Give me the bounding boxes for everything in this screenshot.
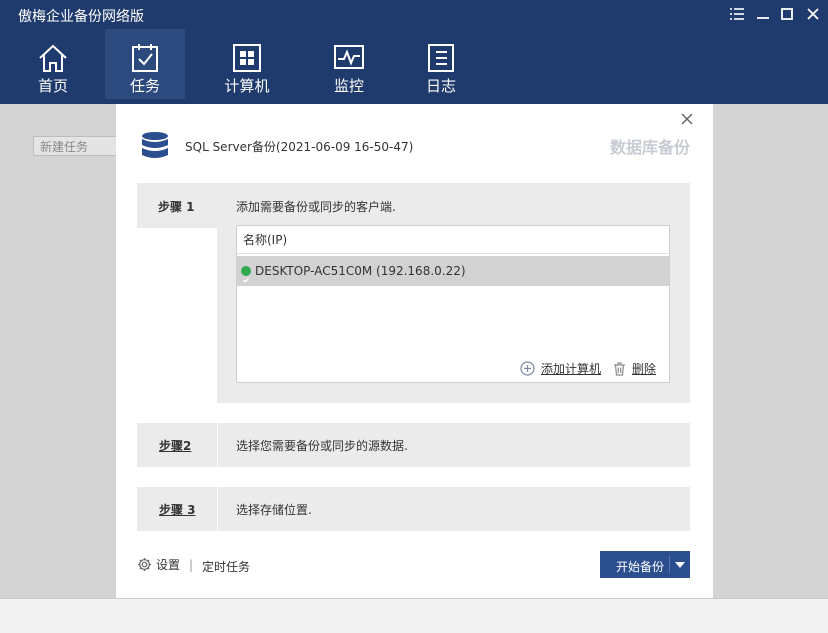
- log-icon: [428, 44, 454, 72]
- nav-computer[interactable]: 计算机: [207, 29, 287, 99]
- schedule-button[interactable]: 定时任务: [202, 558, 250, 575]
- settings-label: 设置: [156, 558, 181, 572]
- button-divider: [669, 556, 670, 573]
- step3-row[interactable]: 步骤 3 选择存储位置.: [137, 487, 690, 531]
- dialog-close-icon[interactable]: [678, 110, 696, 128]
- start-backup-label: 开始备份: [616, 560, 665, 574]
- trash-icon: [614, 361, 625, 376]
- step2-tab[interactable]: 步骤2: [137, 423, 218, 467]
- add-computer-label: 添加计算机: [541, 362, 602, 376]
- step2-label: 步骤2: [159, 439, 192, 453]
- nav-home[interactable]: 首页: [13, 29, 93, 99]
- delete-button[interactable]: 删除: [613, 360, 656, 377]
- nav-log[interactable]: 日志: [401, 29, 481, 99]
- database-icon: [142, 132, 168, 158]
- nav-task[interactable]: 任务: [105, 29, 185, 99]
- step2-row[interactable]: 步骤2 选择您需要备份或同步的源数据.: [137, 423, 690, 467]
- monitor-icon: [334, 45, 364, 69]
- minimize-icon[interactable]: [752, 4, 774, 24]
- close-icon[interactable]: [802, 4, 824, 24]
- step1-description: 添加需要备份或同步的客户端.: [236, 200, 396, 214]
- nav-task-label: 任务: [129, 77, 160, 95]
- maximize-icon[interactable]: [776, 4, 798, 24]
- task-icon: [132, 44, 158, 72]
- client-list-header: 名称(IP): [237, 226, 669, 254]
- dropdown-caret-icon[interactable]: [675, 562, 685, 568]
- nav-home-label: 首页: [37, 77, 68, 95]
- top-bar: 傲梅企业备份网络版 首页 任务 计算机 监控 日志: [0, 0, 828, 104]
- client-row[interactable]: DESKTOP-AC51C0M (192.168.0.22): [237, 256, 669, 286]
- footer-separator: |: [189, 558, 194, 572]
- nav-log-label: 日志: [425, 77, 456, 95]
- settings-button[interactable]: 设置: [137, 556, 180, 573]
- computer-icon: [233, 44, 261, 72]
- background-footer: [0, 598, 828, 633]
- nav-monitor-label: 监控: [333, 77, 364, 95]
- step3-description: 选择存储位置.: [236, 503, 312, 517]
- nav-monitor[interactable]: 监控: [309, 29, 389, 99]
- nav-computer-label: 计算机: [224, 77, 270, 95]
- start-backup-button[interactable]: 开始备份: [600, 551, 690, 578]
- home-icon: [39, 44, 67, 72]
- new-task-button[interactable]: 新建任务: [33, 136, 117, 156]
- backup-dialog: SQL Server备份(2021-06-09 16-50-47) 数据库备份 …: [116, 104, 713, 598]
- add-computer-button[interactable]: 添加计算机: [520, 360, 601, 377]
- task-name: SQL Server备份(2021-06-09 16-50-47): [185, 140, 414, 154]
- step3-tab[interactable]: 步骤 3: [137, 487, 218, 531]
- app-title: 傲梅企业备份网络版: [18, 9, 144, 25]
- step2-description: 选择您需要备份或同步的源数据.: [236, 439, 408, 453]
- online-status-icon: [241, 266, 251, 283]
- menu-icon[interactable]: [726, 4, 748, 24]
- gear-icon: [138, 558, 151, 571]
- step1-label: 步骤 1: [158, 200, 195, 214]
- delete-label: 删除: [632, 362, 657, 376]
- step3-label: 步骤 3: [159, 503, 196, 517]
- client-name: DESKTOP-AC51C0M (192.168.0.22): [255, 264, 466, 278]
- step1-spacer: [137, 228, 217, 404]
- client-list: 名称(IP) DESKTOP-AC51C0M (192.168.0.22) 添加…: [236, 225, 670, 383]
- add-icon: [520, 361, 535, 376]
- dialog-type-label: 数据库备份: [609, 138, 690, 157]
